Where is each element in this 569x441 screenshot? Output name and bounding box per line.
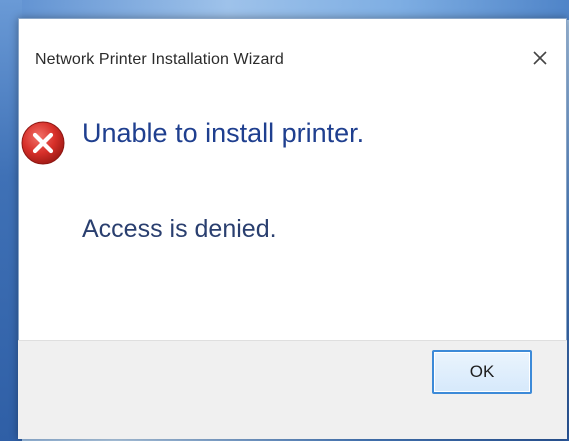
error-icon [21,121,65,165]
desktop-background [0,0,569,20]
dialog-titlebar: Network Printer Installation Wizard [19,19,566,91]
error-message: Access is denied. [82,215,277,243]
close-button[interactable] [522,41,558,75]
dialog-title: Network Printer Installation Wizard [35,51,284,68]
ok-button[interactable]: OK [432,350,532,394]
close-icon [533,51,547,65]
main-instruction: Unable to install printer. [82,118,365,148]
